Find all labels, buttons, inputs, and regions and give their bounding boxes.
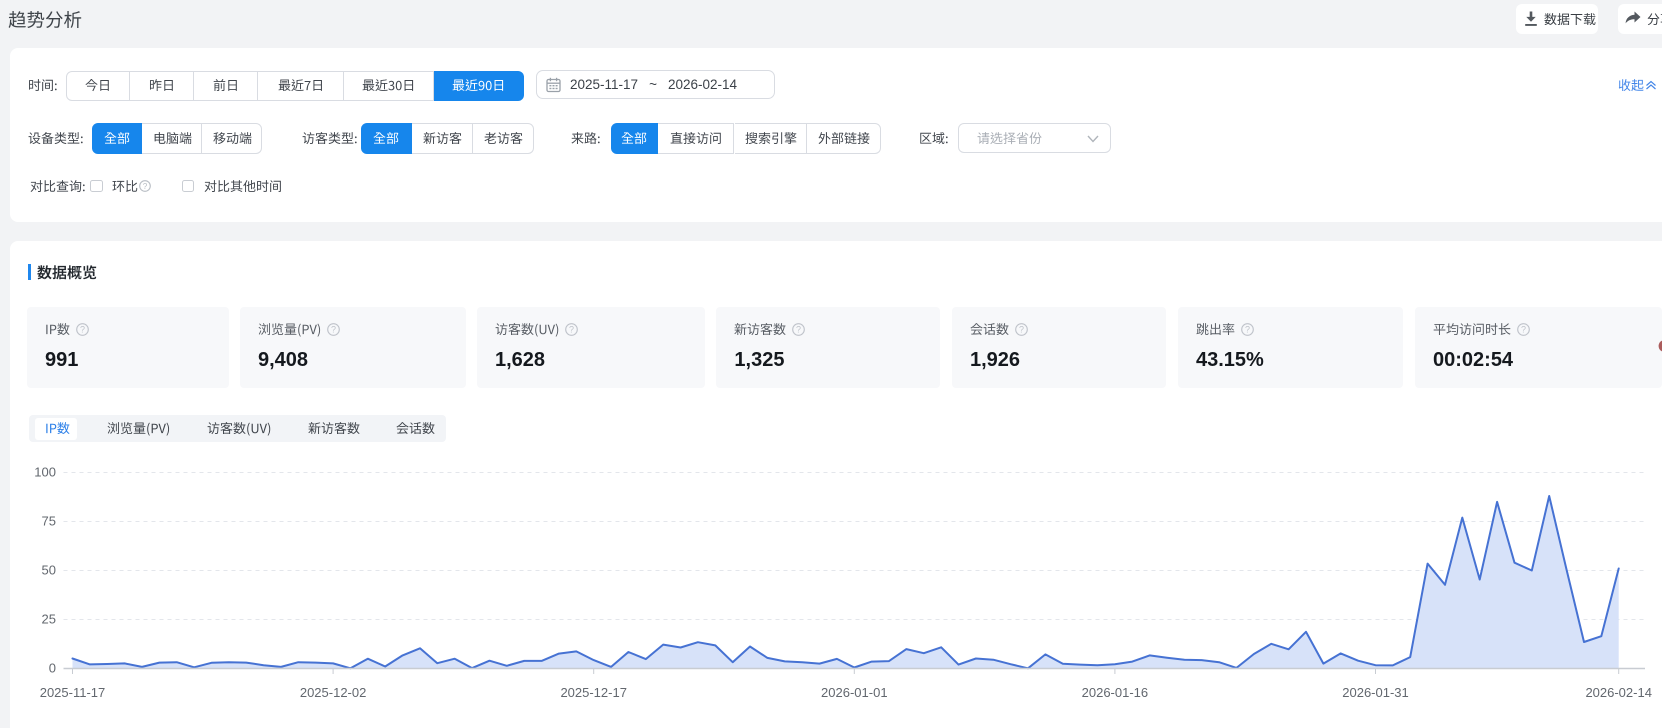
svg-text:2026-01-31: 2026-01-31: [1342, 685, 1409, 700]
svg-text:50: 50: [42, 563, 56, 578]
svg-text:25: 25: [42, 612, 56, 627]
svg-text:2026-01-01: 2026-01-01: [821, 685, 888, 700]
svg-text:2025-12-02: 2025-12-02: [300, 685, 367, 700]
svg-text:2026-02-14: 2026-02-14: [1585, 685, 1652, 700]
svg-text:2025-11-17: 2025-11-17: [40, 685, 106, 700]
svg-text:2026-01-16: 2026-01-16: [1082, 685, 1149, 700]
svg-text:100: 100: [34, 465, 56, 480]
svg-text:2025-12-17: 2025-12-17: [560, 685, 627, 700]
svg-text:75: 75: [42, 514, 56, 529]
svg-text:0: 0: [49, 661, 56, 676]
